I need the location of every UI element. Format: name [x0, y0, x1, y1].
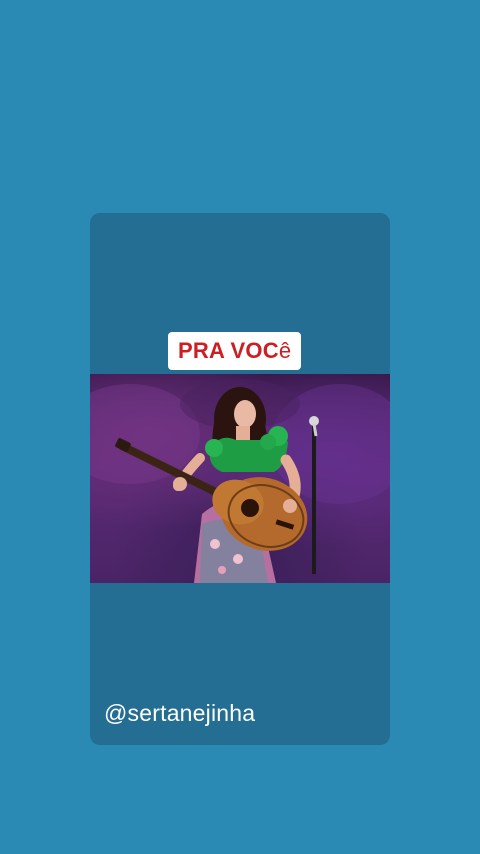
username-mention[interactable]: @sertanejinha [104, 700, 255, 727]
story-screen: { "story": { "caption_bold": "PRA VOC", … [0, 0, 480, 854]
caption-text-accent: ê [278, 338, 292, 363]
caption-badge: PRA VOC ê [168, 332, 302, 370]
video-player[interactable] [90, 374, 390, 583]
guitarist-performance-icon [90, 379, 390, 583]
caption-text-bold: PRA VOC [178, 338, 279, 363]
